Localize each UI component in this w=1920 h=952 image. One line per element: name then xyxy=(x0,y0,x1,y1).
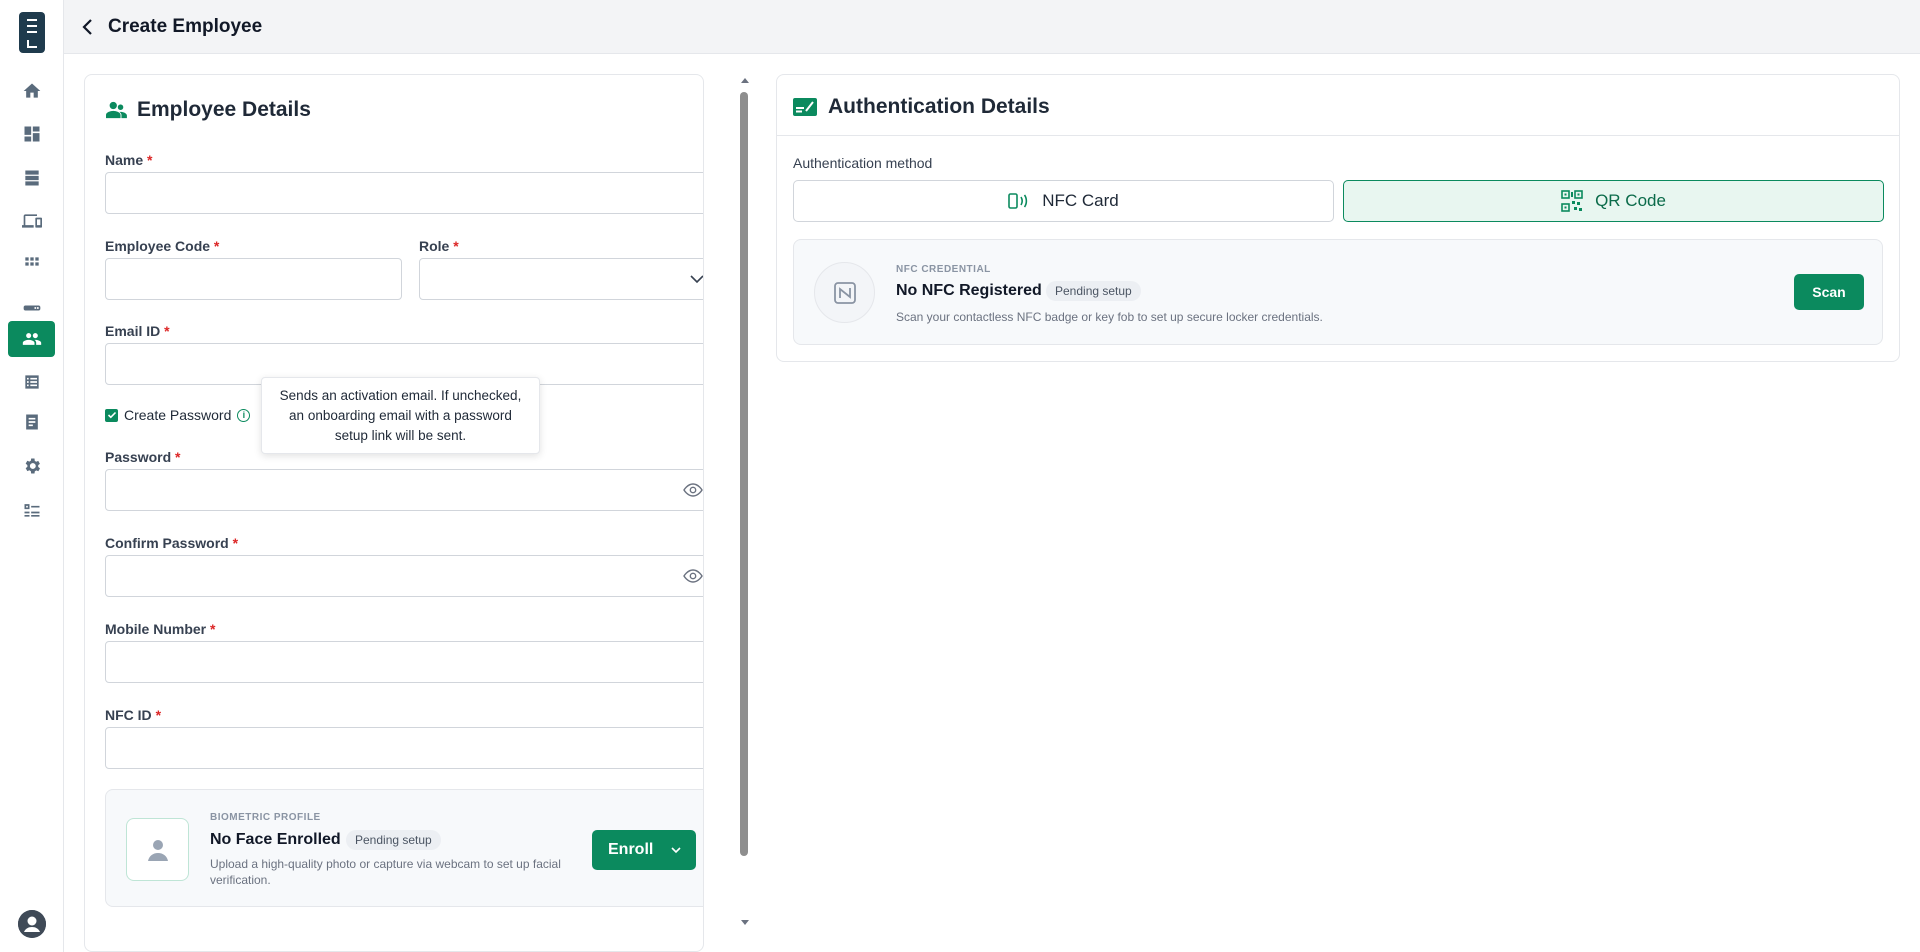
mobile-number-label: Mobile Number * xyxy=(105,621,216,637)
biometric-description: Upload a high-quality photo or capture v… xyxy=(210,857,561,887)
document-icon xyxy=(25,414,38,430)
nfc-description: Scan your contactless NFC badge or key f… xyxy=(896,310,1323,324)
name-input[interactable] xyxy=(105,172,703,214)
card-icon xyxy=(23,305,40,311)
role-select[interactable] xyxy=(419,258,703,300)
scroll-down-arrow[interactable] xyxy=(741,920,749,925)
sidebar-item-employees[interactable] xyxy=(8,321,55,357)
sidebar-item-document[interactable] xyxy=(8,404,55,440)
nfc-id-input[interactable] xyxy=(105,727,703,769)
enroll-button-label: Enroll xyxy=(608,841,654,858)
create-password-checkbox[interactable] xyxy=(105,408,118,422)
confirm-password-label: Confirm Password * xyxy=(105,535,239,551)
confirm-password-input[interactable] xyxy=(105,555,703,597)
top-bar: Create Employee xyxy=(64,0,1920,54)
enroll-button[interactable]: Enroll xyxy=(592,830,696,870)
app-logo[interactable] xyxy=(19,12,45,53)
eye-icon[interactable] xyxy=(683,568,703,584)
qr-code-icon xyxy=(1561,190,1583,212)
employee-details-title: Employee Details xyxy=(137,98,311,121)
chevron-down-icon xyxy=(671,847,681,854)
mobile-number-input[interactable] xyxy=(105,641,703,683)
status-badge: Pending setup xyxy=(346,830,441,850)
list-icon xyxy=(24,375,39,389)
chevron-left-icon xyxy=(82,19,92,35)
authentication-method-label: Authentication method xyxy=(793,155,933,171)
employee-details-header: Employee Details xyxy=(105,98,311,122)
sidebar-item-list[interactable] xyxy=(8,364,55,400)
scroll-up-arrow[interactable] xyxy=(741,78,749,83)
sidebar-item-devices[interactable] xyxy=(8,203,55,239)
devices-icon xyxy=(21,214,42,228)
settings-icon xyxy=(25,458,40,474)
storage-icon xyxy=(24,170,39,186)
authentication-details-card: Authentication Details Authentication me… xyxy=(776,74,1900,362)
scroll-thumb[interactable] xyxy=(740,92,748,856)
user-avatar[interactable] xyxy=(18,910,46,938)
employee-code-input[interactable] xyxy=(105,258,402,300)
nfc-icon xyxy=(1008,193,1028,209)
grid-icon xyxy=(24,257,39,266)
checklist-icon xyxy=(24,504,39,517)
authentication-details-title: Authentication Details xyxy=(828,95,1050,118)
back-button[interactable] xyxy=(78,16,98,38)
dashboard-icon xyxy=(24,126,39,142)
nfc-card-option-label: NFC Card xyxy=(1042,191,1119,210)
scan-button[interactable]: Scan xyxy=(1794,274,1864,310)
page-title: Create Employee xyxy=(108,16,263,37)
nfc-id-label: NFC ID * xyxy=(105,707,162,723)
nfc-overline: NFC CREDENTIAL xyxy=(896,264,991,275)
id-card-icon xyxy=(793,98,817,116)
sidebar-item-settings[interactable] xyxy=(8,448,55,484)
password-label: Password * xyxy=(105,449,181,465)
biometric-overline: BIOMETRIC PROFILE xyxy=(210,812,321,823)
create-password-tooltip: Sends an activation email. If unchecked,… xyxy=(261,377,540,454)
people-icon xyxy=(22,333,41,345)
sidebar-item-grid[interactable] xyxy=(8,246,55,282)
status-badge: Pending setup xyxy=(1046,281,1141,301)
check-icon xyxy=(107,411,116,419)
account-icon xyxy=(18,910,46,938)
email-label: Email ID * xyxy=(105,323,170,339)
chevron-down-icon xyxy=(690,275,703,284)
sidebar-item-checklist[interactable] xyxy=(8,492,55,528)
employee-code-label: Employee Code * xyxy=(105,238,220,254)
biometric-title: No Face Enrolled xyxy=(210,831,341,848)
authentication-details-header: Authentication Details xyxy=(777,75,1899,136)
password-input[interactable] xyxy=(105,469,703,511)
qr-code-option[interactable]: QR Code xyxy=(1343,180,1884,222)
sidebar-item-dashboard[interactable] xyxy=(8,116,55,152)
biometric-profile-panel: BIOMETRIC PROFILE No Face Enrolled Pendi… xyxy=(105,789,703,907)
home-icon xyxy=(23,83,40,98)
eye-icon[interactable] xyxy=(683,482,703,498)
qr-code-option-label: QR Code xyxy=(1595,191,1666,210)
nfc-logo-icon xyxy=(833,281,856,304)
sidebar-item-home[interactable] xyxy=(8,73,55,109)
nfc-logo xyxy=(814,262,875,323)
nfc-credential-panel: NFC CREDENTIAL No NFC Registered Pending… xyxy=(793,239,1883,345)
people-icon xyxy=(106,101,127,119)
create-password-label: Create Password xyxy=(124,407,232,423)
info-icon[interactable]: i xyxy=(237,408,251,422)
person-icon xyxy=(147,839,168,861)
sidebar xyxy=(0,0,64,952)
role-label: Role * xyxy=(419,238,459,254)
sidebar-item-storage[interactable] xyxy=(8,160,55,196)
scrollbar[interactable] xyxy=(738,74,750,934)
face-placeholder xyxy=(126,818,189,881)
name-label: Name * xyxy=(105,152,153,168)
create-password-row: Create Password i xyxy=(105,407,251,423)
nfc-card-option[interactable]: NFC Card xyxy=(793,180,1334,222)
nfc-title: No NFC Registered xyxy=(896,282,1042,299)
employee-details-card: Employee Details Name * Employee Code * … xyxy=(84,74,704,952)
